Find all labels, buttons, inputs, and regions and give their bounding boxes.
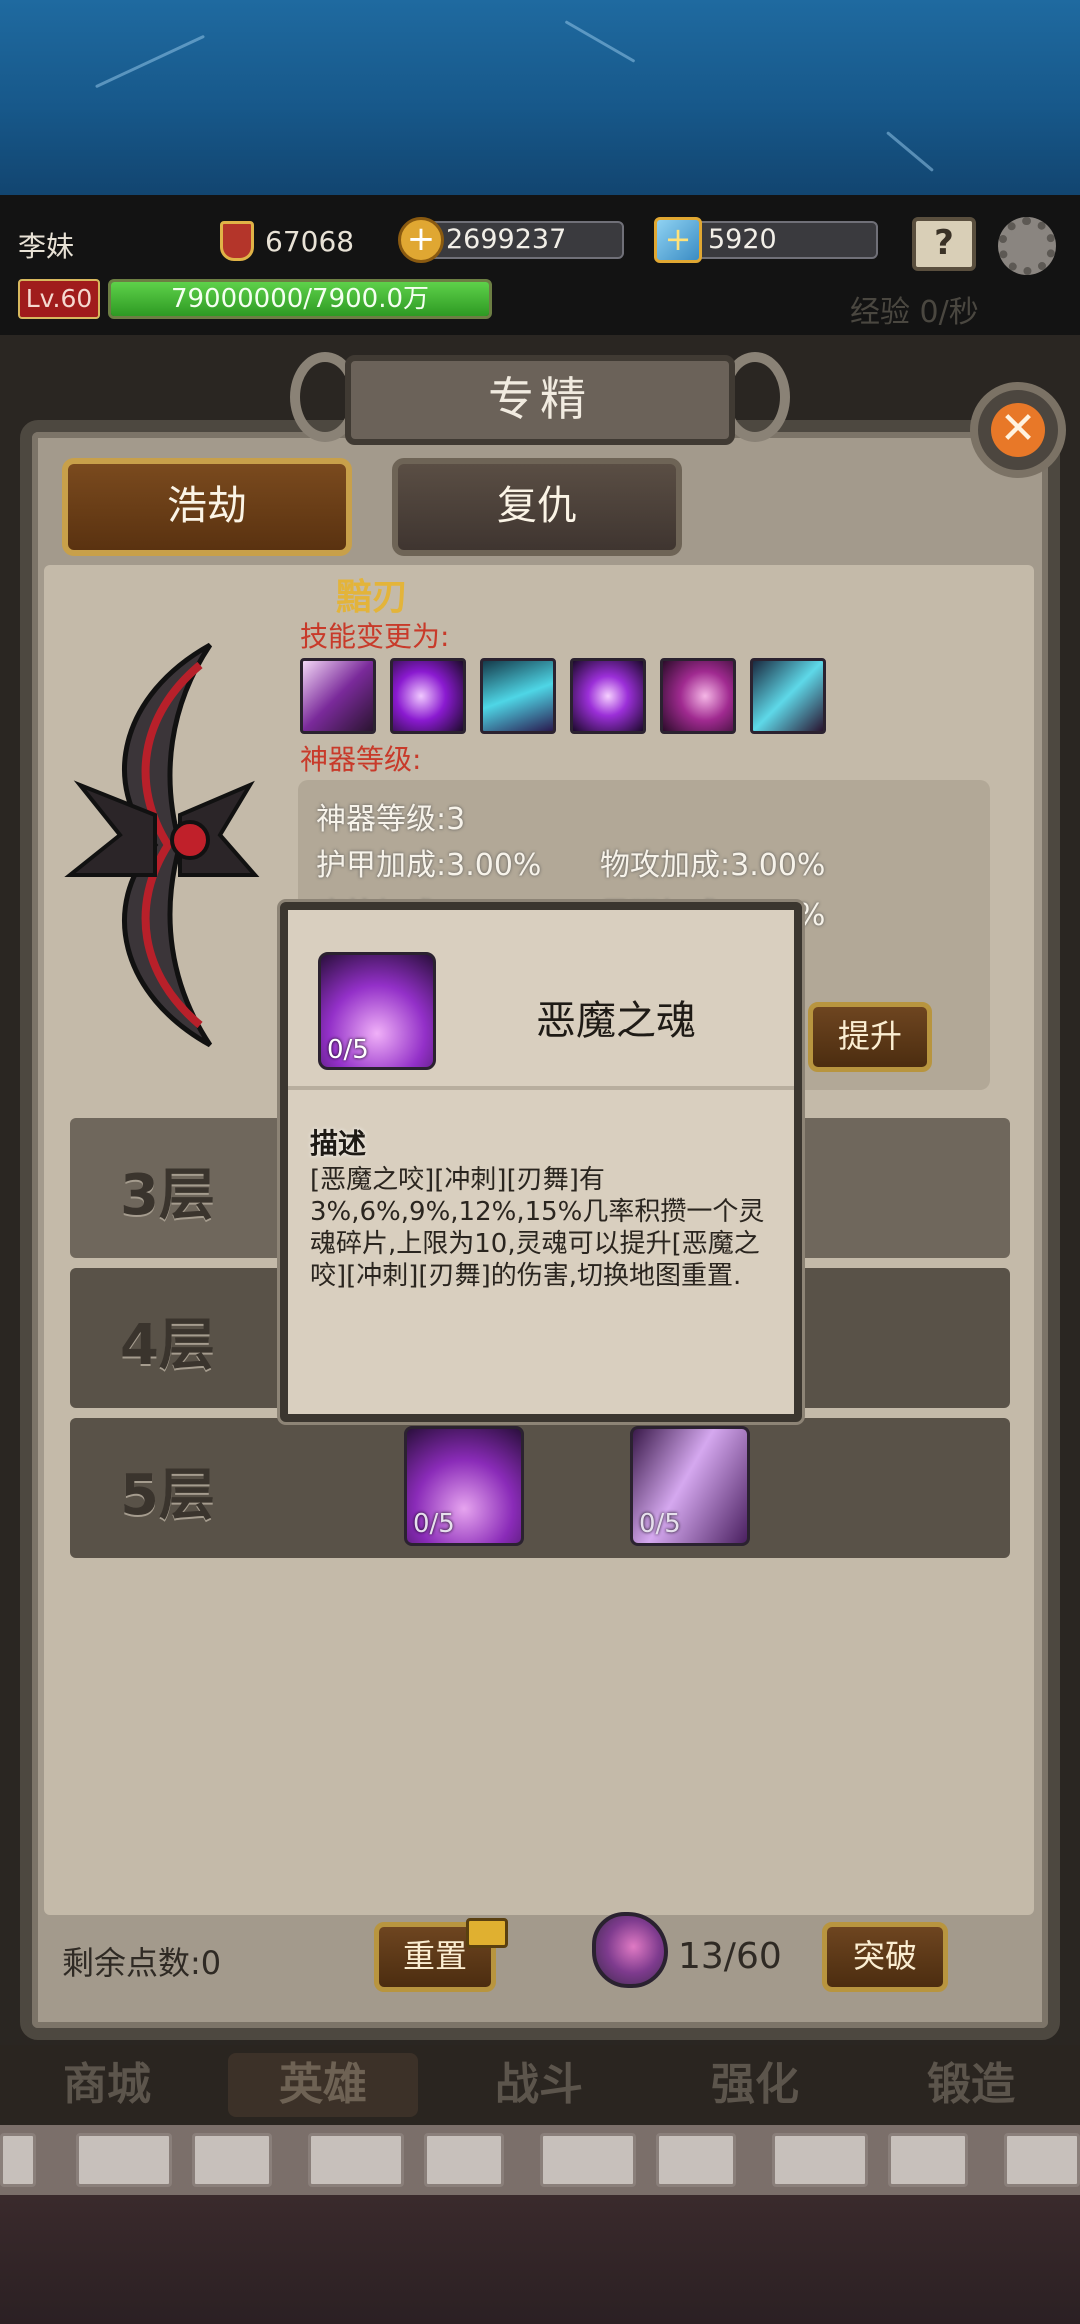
stone-count: 13/60 (678, 1936, 782, 1977)
crack-decor (564, 20, 636, 63)
demon-soul-icon: 0/5 (318, 952, 436, 1070)
nav-shop[interactable]: 商城 (12, 2053, 202, 2117)
skill-wave-icon[interactable] (480, 658, 556, 734)
player-hud: 李妹 67068 2699237 + 5920 + ? Lv.60 790000… (0, 195, 1080, 335)
talent-tooltip-popup: 0/5 恶魔之魂 描述 [恶魔之咬][冲刺][刃舞]有3%,6%,9%,12%,… (280, 902, 802, 1422)
video-ad-icon (466, 1918, 508, 1948)
xp-text: 79000000/7900.0万 (170, 284, 430, 314)
layer-label: 3层 (120, 1163, 215, 1228)
brick (540, 2133, 636, 2187)
help-book-icon[interactable]: ? (912, 217, 976, 271)
attack-bonus: 物攻加成:3.00% (600, 848, 826, 883)
background-sky (0, 0, 1080, 195)
popup-desc-text: [恶魔之咬][冲刺][刃舞]有3%,6%,9%,12%,15%几率积攒一个灵魂碎… (310, 1165, 765, 1291)
soul-stone-icon (592, 1912, 668, 1988)
gold-add-icon[interactable]: + (398, 217, 444, 263)
skill-eye-icon[interactable] (750, 658, 826, 734)
xp-bar: 79000000/7900.0万 (108, 279, 492, 319)
brick (308, 2133, 404, 2187)
popup-talent-count: 0/5 (327, 1035, 369, 1065)
layer-row-5: 5层 0/5 0/5 (70, 1418, 1010, 1558)
skill-blade-dance-icon[interactable] (660, 658, 736, 734)
artifact-level-value: 神器等级:3 (316, 802, 466, 837)
warglaive-weapon-image (64, 642, 260, 1048)
skill-vortex-icon[interactable] (570, 658, 646, 734)
brick (0, 2133, 36, 2187)
popup-talent-name: 恶魔之魂 (536, 998, 696, 1044)
tab-vengeance[interactable]: 复仇 (392, 458, 682, 556)
brick (76, 2133, 172, 2187)
skill-change-label: 技能变更为: (300, 620, 450, 653)
armor-bonus: 护甲加成:3.00% (316, 848, 542, 883)
talent-demon-soul[interactable]: 0/5 (404, 1426, 524, 1546)
player-name: 李妹 (18, 230, 75, 263)
gem-display[interactable]: 5920 (690, 221, 878, 259)
xp-rate-text: 经验 0/秒 (850, 295, 979, 330)
nav-enhance[interactable]: 强化 (660, 2053, 850, 2117)
layer-label: 4层 (120, 1313, 215, 1378)
brick (1004, 2133, 1080, 2187)
close-button[interactable]: ✕ (970, 382, 1066, 478)
stone-wall-decor (0, 2125, 1080, 2195)
gem-add-icon[interactable]: + (654, 217, 702, 263)
power-value: 67068 (265, 225, 355, 258)
talent-ghost-claw[interactable]: 0/5 (630, 1426, 750, 1546)
layer-label: 5层 (120, 1463, 215, 1528)
tab-havoc[interactable]: 浩劫 (62, 458, 352, 556)
skill-slash-icon[interactable] (300, 658, 376, 734)
crack-decor (94, 34, 206, 89)
nav-heroes[interactable]: 英雄 (228, 2053, 418, 2117)
brick (656, 2133, 736, 2187)
brick (888, 2133, 968, 2187)
brick (192, 2133, 272, 2187)
popup-desc-title: 描述 (310, 1127, 367, 1160)
artifact-level-label: 神器等级: (300, 743, 422, 776)
close-icon: ✕ (991, 403, 1045, 457)
gold-value: 2699237 (446, 224, 567, 255)
panel-title: 专精 (345, 355, 735, 445)
crack-decor (886, 131, 934, 172)
settings-gear-icon[interactable] (998, 217, 1056, 275)
gold-display[interactable]: 2699237 (428, 221, 624, 259)
remaining-points: 剩余点数:0 (62, 1944, 222, 1982)
level-badge: Lv.60 (18, 279, 100, 319)
skill-dash-icon[interactable] (390, 658, 466, 734)
talent-count: 0/5 (639, 1509, 681, 1539)
nav-forge[interactable]: 锻造 (876, 2053, 1066, 2117)
breakthrough-button[interactable]: 突破 (822, 1922, 948, 1992)
brick (772, 2133, 868, 2187)
brick (424, 2133, 504, 2187)
ground-decor (0, 2195, 1080, 2324)
weapon-name: 黯刃 (336, 577, 409, 618)
bottom-nav: 商城 英雄 战斗 强化 锻造 (0, 2045, 1080, 2125)
power-icon (220, 221, 254, 261)
popup-header: 0/5 恶魔之魂 (288, 910, 794, 1090)
gem-value: 5920 (708, 224, 777, 255)
talent-count: 0/5 (413, 1509, 455, 1539)
upgrade-button[interactable]: 提升 (808, 1002, 932, 1072)
nav-battle[interactable]: 战斗 (444, 2053, 634, 2117)
